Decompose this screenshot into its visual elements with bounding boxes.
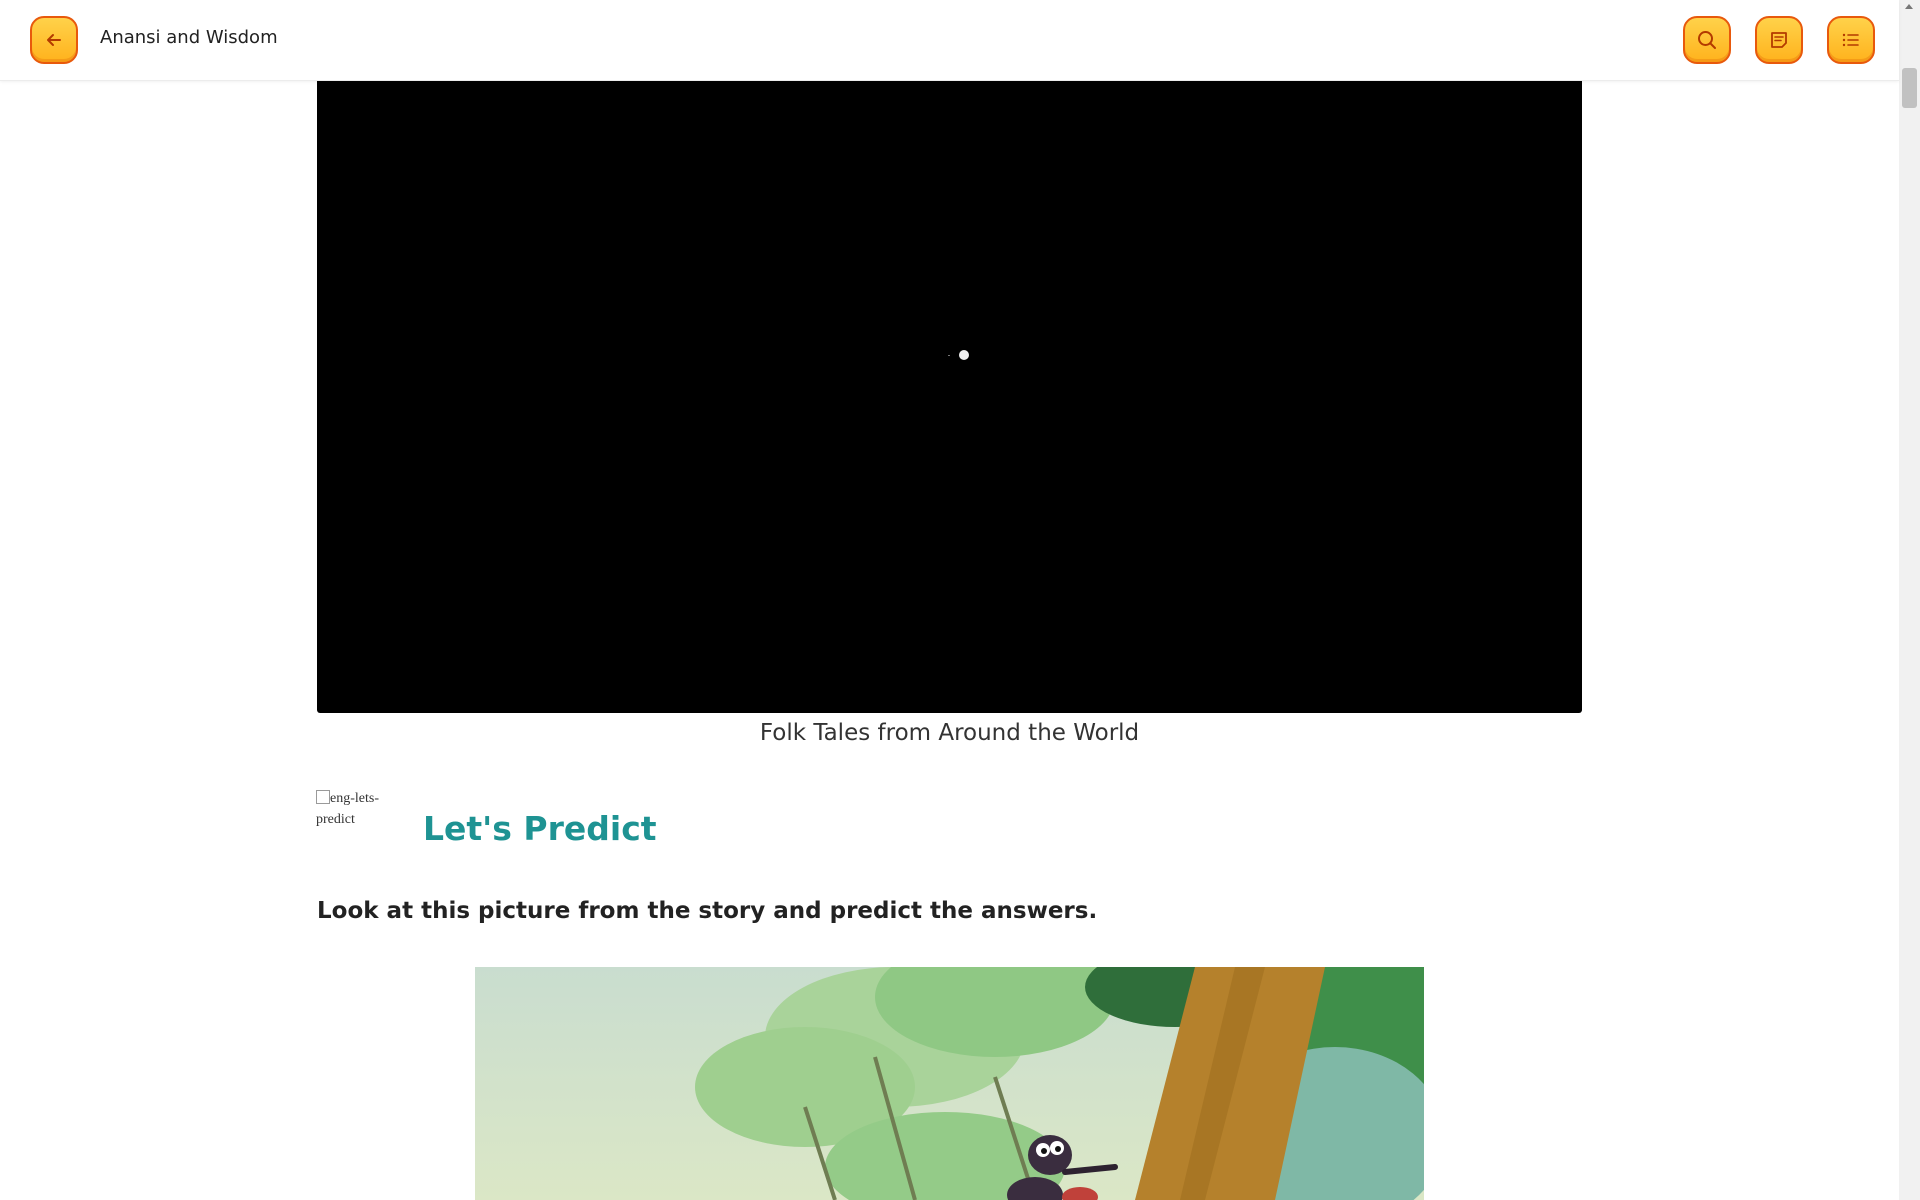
video-caption: Folk Tales from Around the World <box>759 720 1140 746</box>
search-icon <box>1698 31 1716 49</box>
video-player[interactable] <box>317 80 1582 713</box>
table-of-contents-button[interactable] <box>1827 16 1875 64</box>
story-illustration <box>475 967 1424 1200</box>
page-scrollbar[interactable] <box>1899 0 1920 1200</box>
section-instruction: Look at this picture from the story and … <box>317 898 1098 924</box>
page-title: Anansi and Wisdom <box>100 27 278 48</box>
search-button[interactable] <box>1683 16 1731 64</box>
section-icon-image: eng-lets-predict <box>316 788 396 830</box>
scrollbar-thumb[interactable] <box>1902 68 1917 108</box>
arrow-left-icon <box>47 34 61 46</box>
back-button[interactable] <box>30 16 78 64</box>
list-icon <box>1842 33 1859 47</box>
notes-button[interactable] <box>1755 16 1803 64</box>
scroll-up-arrow-icon[interactable] <box>1905 4 1913 9</box>
broken-image-icon <box>316 790 330 804</box>
loading-indicator-icon <box>959 350 969 360</box>
app-header: Anansi and Wisdom <box>0 0 1899 81</box>
loading-indicator-trail <box>948 355 950 356</box>
section-heading: Let's Predict <box>423 809 657 848</box>
notes-icon <box>1771 32 1787 48</box>
